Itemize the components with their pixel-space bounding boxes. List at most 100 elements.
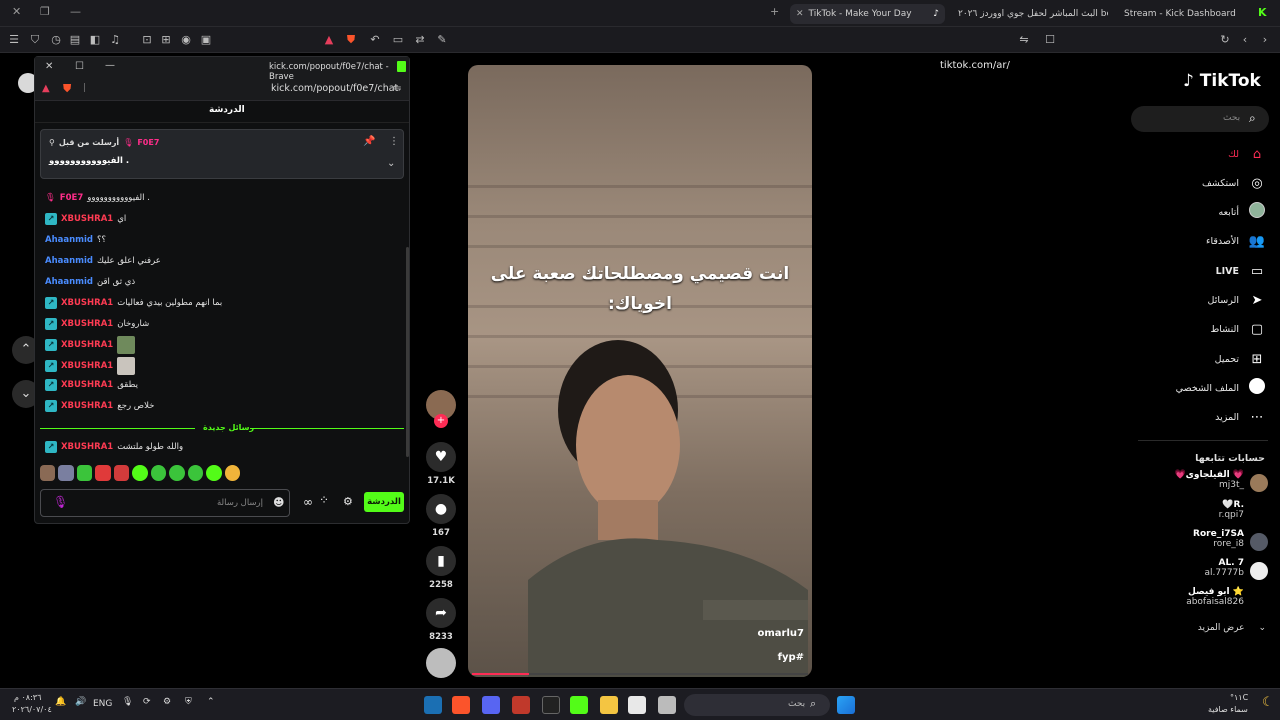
close-popout-icon[interactable]: ✕ [45, 61, 53, 72]
mouse-app-icon[interactable] [542, 696, 560, 714]
volume-icon[interactable]: 🔊 [75, 697, 86, 707]
brave-shields-icon[interactable]: ⛊ [343, 32, 359, 48]
minimize-popout-icon[interactable]: — [105, 60, 115, 71]
chat-username[interactable]: Ahaanmid [45, 256, 93, 266]
address-bar[interactable]: tiktok.com/ar/ [940, 60, 1010, 71]
emote-icon[interactable] [76, 465, 93, 481]
chat-input[interactable]: 🎙 إرسال رسالة ☻ [40, 489, 290, 517]
history-icon[interactable]: ◷ [48, 32, 64, 48]
chat-username[interactable]: F0E7 [60, 193, 83, 203]
follow-plus-icon[interactable]: + [434, 414, 448, 428]
search-input[interactable]: بحث ⌕ [1131, 106, 1269, 132]
chat-username[interactable]: XBUSHRA1 [61, 442, 113, 452]
nav-messages[interactable]: الرسائل ➤ [1150, 289, 1266, 311]
emote-icon[interactable] [224, 465, 240, 481]
nav-friends[interactable]: الأصدقاء 👥 [1150, 230, 1266, 252]
maximize-popout-icon[interactable]: ☐ [75, 61, 84, 72]
pinned-user[interactable]: F0E7 [137, 138, 159, 147]
video-author[interactable]: omarlu7 [758, 628, 804, 639]
task-view-icon[interactable] [658, 696, 676, 714]
following-account[interactable]: AL. 7 al.7777b [1160, 558, 1268, 586]
back-arrow-icon[interactable]: ↶ [367, 32, 383, 48]
search-icon[interactable]: ⌕ [1249, 111, 1256, 126]
notifications-icon[interactable]: 🔔 [55, 697, 66, 707]
comment-button[interactable]: ● 167 [426, 494, 456, 538]
tab-youtube[interactable]: البث المباشر لحفل جوي اووردز ٢٠٢٦ be. [958, 4, 1108, 24]
nav-following[interactable]: أتابعه [1150, 201, 1266, 223]
kick-app-icon[interactable] [570, 696, 588, 714]
shield-icon[interactable]: ⛉ [27, 32, 43, 48]
screenshot-icon[interactable]: ⊡ [139, 32, 155, 48]
video-player[interactable]: انت قصيمي ومصطلحاتك صعبة على اخوياك: oma… [468, 65, 812, 677]
see-more-button[interactable]: عرض المزيد ⌄ [1180, 623, 1266, 633]
save-button[interactable]: ▮ 2258 [426, 546, 456, 590]
emote-icon[interactable] [187, 465, 204, 481]
nav-live[interactable]: LIVE ▭ [1150, 260, 1266, 282]
send-chat-button[interactable]: الدردشة [364, 492, 404, 512]
chat-username[interactable]: XBUSHRA1 [61, 319, 113, 329]
emote-icon[interactable] [206, 465, 222, 481]
weather-text[interactable]: سماء صافية [1208, 705, 1248, 714]
chat-scrollbar[interactable] [406, 247, 409, 457]
emoji-icon[interactable]: ☻ [273, 496, 284, 509]
shield-tray-icon[interactable]: ⛨ [185, 697, 192, 707]
sidebar-icon[interactable]: ◧ [87, 32, 103, 48]
nav-activity[interactable]: النشاط ▢ [1150, 318, 1266, 340]
emote-icon[interactable] [95, 465, 111, 481]
nav-upload[interactable]: تحميل ⊞ [1150, 348, 1266, 370]
chat-username[interactable]: XBUSHRA1 [61, 214, 113, 224]
chat-username[interactable]: XBUSHRA1 [61, 380, 113, 390]
steam-tray-icon[interactable]: ⚙ [163, 697, 171, 707]
users-dots-icon[interactable]: ⁘ [319, 493, 329, 507]
tab-kick-dashboard[interactable]: Stream - Kick Dashboard [1124, 4, 1249, 24]
nav-profile[interactable]: الملف الشخصي [1150, 377, 1266, 399]
chat-username[interactable]: XBUSHRA1 [61, 298, 113, 308]
settings-gear-icon[interactable]: ⚙ [343, 495, 353, 508]
more-options-icon[interactable]: ⋮ [389, 136, 399, 147]
pen-icon[interactable]: ✎ [434, 32, 450, 48]
steam-app-icon[interactable] [424, 696, 442, 714]
nav-more[interactable]: المزيد ⋯ [1150, 406, 1266, 428]
reload-icon[interactable]: ↻ [1217, 32, 1233, 48]
rewards-icon[interactable]: ▲ [321, 32, 337, 48]
tiktok-logo[interactable]: ♪ TikTok [1183, 71, 1261, 91]
clock-date[interactable]: ٢٠٢٦/٠٧/٠٤ [12, 705, 52, 714]
new-tab-icon[interactable]: + [770, 5, 779, 18]
cookie-icon[interactable]: ◉ [178, 32, 194, 48]
weather-temp[interactable]: °١١C [1230, 693, 1248, 702]
emote-icon[interactable] [169, 465, 185, 481]
forward-icon[interactable]: › [1257, 32, 1273, 48]
clock-time[interactable]: ٠٨:٣٦ م [14, 693, 41, 702]
sync-icon[interactable]: ⟳ [143, 697, 151, 707]
nav-explore[interactable]: استكشف ◎ [1150, 172, 1266, 194]
pin-icon[interactable]: 📌 [363, 136, 375, 147]
emote-image[interactable] [117, 357, 136, 375]
emote-icon[interactable] [150, 465, 167, 481]
infinity-icon[interactable]: ∞ [303, 495, 313, 509]
chat-username[interactable]: Ahaanmid [45, 277, 93, 287]
extensions-icon[interactable]: ⊞ [158, 32, 174, 48]
video-hashtag[interactable]: fyp# [778, 652, 804, 663]
chat-username[interactable]: XBUSHRA1 [61, 361, 113, 371]
creator-avatar[interactable]: + [426, 390, 456, 428]
chat-username[interactable]: Ahaanmid [45, 235, 93, 245]
brave-shields-icon[interactable]: ⛊ [63, 82, 71, 96]
following-account[interactable]: Rore_i7SA rore_i8 [1160, 529, 1268, 557]
brave-app-icon[interactable] [452, 696, 470, 714]
emote-icon[interactable] [113, 465, 130, 481]
windows-start-icon[interactable] [837, 696, 855, 714]
expand-chevron-icon[interactable]: ⌄ [387, 158, 395, 169]
site-settings-icon[interactable]: ⇋ [393, 83, 401, 94]
emote-icon[interactable] [40, 465, 56, 481]
site-settings-icon[interactable]: ⇋ [1016, 32, 1032, 48]
close-window-icon[interactable]: ✕ [12, 5, 21, 18]
store-app-icon[interactable] [628, 696, 646, 714]
close-tab-icon[interactable]: ✕ [796, 9, 804, 19]
nav-for-you[interactable]: لك ⌂ [1150, 143, 1266, 165]
chat-username[interactable]: XBUSHRA1 [61, 340, 113, 350]
following-account[interactable]: ابو فيصل ⭐ abofaisal826 [1160, 587, 1268, 615]
rewards-icon[interactable]: ▲ [42, 83, 50, 94]
minimize-window-icon[interactable]: — [70, 5, 81, 18]
reading-list-icon[interactable]: ▤ [67, 32, 83, 48]
voicemeeter-app-icon[interactable] [512, 696, 530, 714]
